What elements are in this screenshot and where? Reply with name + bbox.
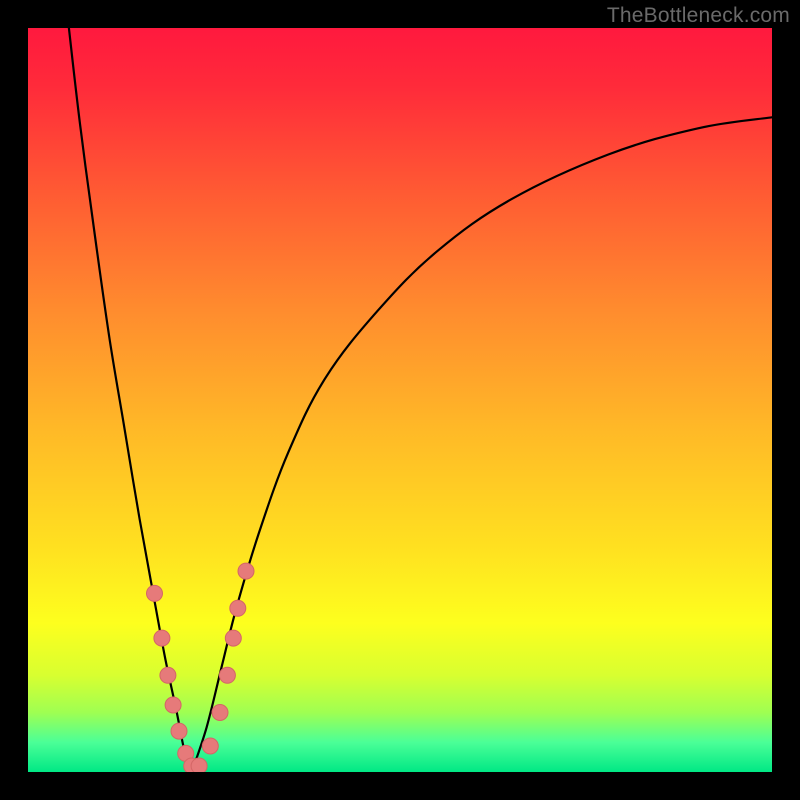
- valley-marker-dot: [230, 600, 246, 616]
- curve-left-branch: [69, 28, 192, 772]
- right-branch-path: [192, 117, 772, 772]
- valley-marker-dot: [147, 585, 163, 601]
- valley-marker-dot: [160, 667, 176, 683]
- valley-marker-dot: [191, 758, 207, 772]
- left-branch-path: [69, 28, 192, 772]
- valley-marker-dot: [238, 563, 254, 579]
- valley-marker-dot: [219, 667, 235, 683]
- valley-marker-dot: [154, 630, 170, 646]
- curve-right-branch: [192, 117, 772, 772]
- valley-marker-dot: [225, 630, 241, 646]
- plot-area: [28, 28, 772, 772]
- valley-markers: [147, 563, 255, 772]
- watermark-text: TheBottleneck.com: [607, 4, 790, 28]
- valley-marker-dot: [202, 738, 218, 754]
- valley-marker-dot: [212, 705, 228, 721]
- bottleneck-curve-svg: [28, 28, 772, 772]
- valley-marker-dot: [171, 723, 187, 739]
- valley-marker-dot: [165, 697, 181, 713]
